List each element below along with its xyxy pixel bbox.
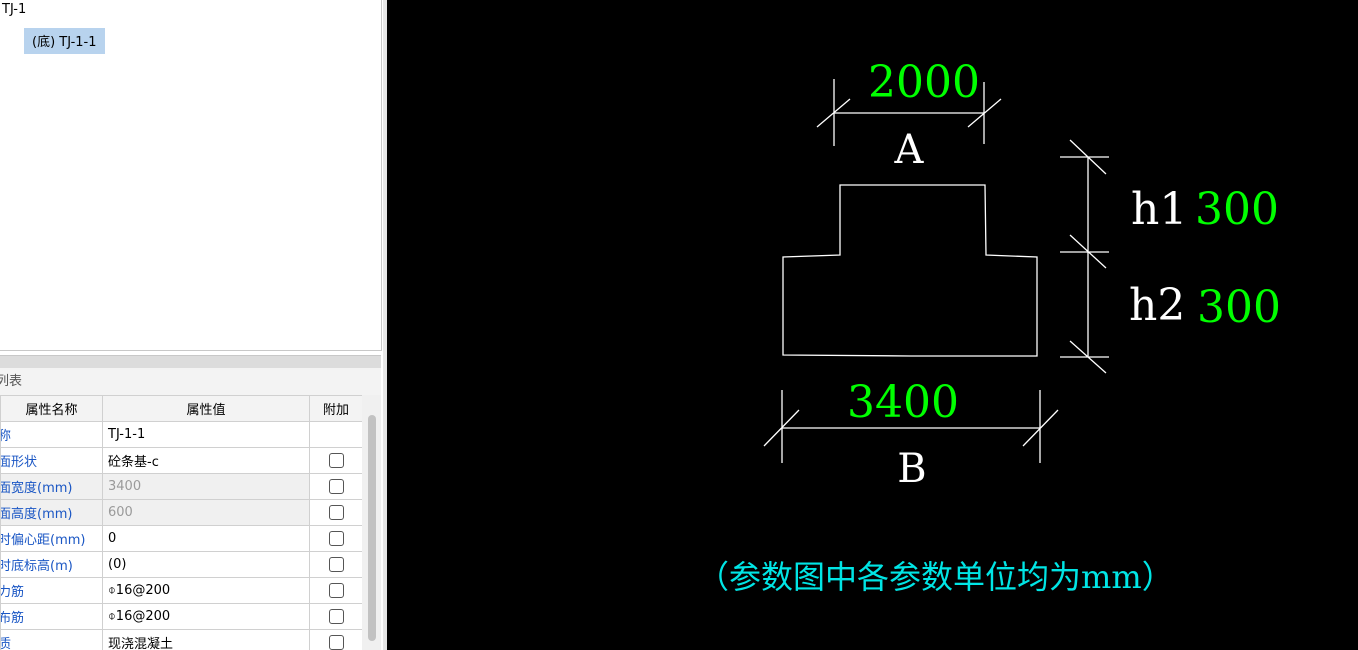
property-value[interactable]: ⌽16@200	[102, 577, 310, 604]
dim-right-lines	[1060, 139, 1109, 374]
header-property-name: 属性名称	[0, 395, 103, 422]
tree-node-tj-1-1[interactable]: (底) TJ-1-1	[24, 28, 105, 54]
h1-value: 300	[1195, 184, 1279, 235]
property-extra-cell	[309, 447, 362, 474]
left-panel: TJ-1 (底) TJ-1-1 列表 属性名称 属性值 附加 称TJ-1-1面形…	[0, 0, 383, 650]
property-name: 面形状	[0, 447, 103, 474]
property-name: 面宽度(mm)	[0, 473, 103, 500]
property-extra-cell	[309, 499, 362, 526]
property-value[interactable]: TJ-1-1	[102, 421, 310, 448]
tree-node-tj-1[interactable]: TJ-1	[2, 2, 26, 17]
property-extra-cell	[309, 421, 362, 448]
property-value: 600	[102, 499, 310, 526]
units-note: （参数图中各参数单位均为mm）	[697, 558, 1174, 596]
extra-checkbox[interactable]	[328, 531, 344, 546]
property-name: 布筋	[0, 603, 103, 630]
property-name: 称	[0, 421, 103, 448]
extra-checkbox[interactable]	[328, 505, 344, 520]
property-extra-cell	[309, 551, 362, 578]
property-extra-cell	[309, 473, 362, 500]
property-row[interactable]: 时偏心距(mm) 0	[0, 525, 362, 552]
properties-scrollbar[interactable]	[362, 395, 381, 650]
header-extra: 附加	[309, 395, 362, 422]
component-tree: TJ-1 (底) TJ-1-1	[0, 0, 382, 351]
dim-bottom-label: B	[897, 446, 926, 492]
property-extra-cell	[309, 603, 362, 630]
property-name: 力筋	[0, 577, 103, 604]
property-value[interactable]: (0)	[102, 551, 310, 578]
property-name: 时偏心距(mm)	[0, 525, 103, 552]
property-row[interactable]: 面形状 砼条基-c	[0, 447, 362, 474]
property-value[interactable]: 0	[102, 525, 310, 552]
property-row[interactable]: 布筋 ⌽16@200	[0, 603, 362, 630]
property-row[interactable]: 面宽度(mm) 3400	[0, 473, 362, 500]
property-row[interactable]: 时底标高(m) (0)	[0, 551, 362, 578]
property-row[interactable]: 面高度(mm) 600	[0, 499, 362, 526]
property-extra-cell	[309, 629, 362, 650]
extra-checkbox[interactable]	[328, 479, 344, 494]
extra-checkbox[interactable]	[328, 609, 344, 624]
properties-panel-title: 列表	[0, 368, 381, 395]
h2-value: 300	[1197, 282, 1281, 333]
extra-checkbox[interactable]	[328, 453, 344, 468]
parameter-drawing: 2000 A 3400 B h1 300 h2 300 （参数图中各参数单位均为…	[697, 57, 1281, 596]
property-row[interactable]: 称TJ-1-1	[0, 421, 362, 448]
dim-bottom-value: 3400	[847, 377, 959, 428]
dim-top-value: 2000	[868, 57, 980, 108]
property-name: 质	[0, 629, 103, 650]
property-row[interactable]: 力筋 ⌽16@200	[0, 577, 362, 604]
parameter-drawing-canvas: 2000 A 3400 B h1 300 h2 300 （参数图中各参数单位均为…	[387, 0, 1358, 650]
dim-top-label: A	[894, 127, 925, 173]
property-value[interactable]: 现浇混凝土	[102, 629, 310, 650]
property-extra-cell	[309, 577, 362, 604]
scrollbar-thumb[interactable]	[368, 415, 376, 641]
properties-grid: 属性名称 属性值 附加 称TJ-1-1面形状砼条基-c面宽度(mm)3400面高…	[0, 395, 362, 650]
extra-checkbox[interactable]	[328, 583, 344, 598]
property-extra-cell	[309, 525, 362, 552]
h1-label: h1	[1131, 184, 1187, 235]
property-name: 面高度(mm)	[0, 499, 103, 526]
header-property-value: 属性值	[102, 395, 310, 422]
property-value: 3400	[102, 473, 310, 500]
property-value[interactable]: ⌽16@200	[102, 603, 310, 630]
extra-checkbox[interactable]	[328, 557, 344, 572]
property-row[interactable]: 质现浇混凝土	[0, 629, 362, 650]
properties-panel-title-text: 列表	[0, 374, 23, 389]
extra-checkbox[interactable]	[328, 635, 344, 650]
h2-label: h2	[1129, 280, 1185, 331]
panel-splitter[interactable]	[0, 355, 381, 369]
section-outline	[782, 184, 1038, 357]
property-value[interactable]: 砼条基-c	[102, 447, 310, 474]
property-name: 时底标高(m)	[0, 551, 103, 578]
